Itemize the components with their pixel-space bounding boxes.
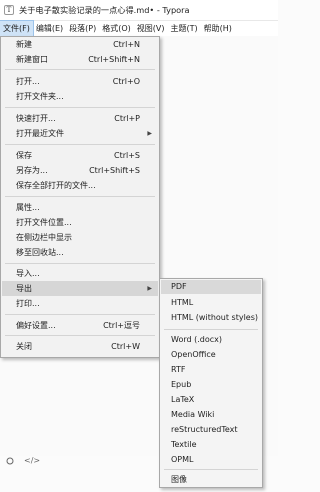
menu-item-export[interactable]: 导出 ▶ bbox=[2, 281, 158, 296]
menu-separator bbox=[5, 69, 155, 70]
title-bar: T 关于电子散实验记录的一点心得.md• - Typora bbox=[0, 0, 278, 21]
menu-item-save-all[interactable]: 保存全部打开的文件... bbox=[2, 178, 158, 193]
export-media-wiki[interactable]: Media Wiki bbox=[161, 408, 261, 422]
export-epub[interactable]: Epub bbox=[161, 378, 261, 392]
menu-view[interactable]: 视图(V) bbox=[134, 21, 168, 36]
export-image[interactable]: 图像 bbox=[161, 473, 261, 487]
menu-item-preferences[interactable]: 偏好设置... Ctrl+逗号 bbox=[2, 318, 158, 333]
menu-item-new-window[interactable]: 新建窗口 Ctrl+Shift+N bbox=[2, 52, 158, 67]
export-pdf[interactable]: PDF bbox=[161, 280, 261, 294]
menu-item-reveal-in-sidebar[interactable]: 在侧边栏中显示 bbox=[2, 230, 158, 245]
menu-item-import[interactable]: 导入... bbox=[2, 266, 158, 281]
menu-separator bbox=[5, 314, 155, 315]
menu-format[interactable]: 格式(O) bbox=[99, 21, 134, 36]
menu-separator bbox=[164, 469, 258, 470]
menu-item-save[interactable]: 保存 Ctrl+S bbox=[2, 148, 158, 163]
window-title: 关于电子散实验记录的一点心得.md• - Typora bbox=[19, 5, 190, 15]
export-latex[interactable]: LaTeX bbox=[161, 393, 261, 407]
submenu-arrow-icon: ▶ bbox=[147, 130, 152, 137]
menu-item-save-as[interactable]: 另存为... Ctrl+Shift+S bbox=[2, 163, 158, 178]
typora-app-icon: T bbox=[4, 5, 14, 15]
menu-paragraph[interactable]: 段落(P) bbox=[66, 21, 99, 36]
menu-separator bbox=[5, 144, 155, 145]
export-submenu: PDF HTML HTML (without styles) Word (.do… bbox=[159, 278, 263, 488]
menu-item-properties[interactable]: 属性... bbox=[2, 200, 158, 215]
export-html-without-styles[interactable]: HTML (without styles) bbox=[161, 311, 261, 325]
menu-item-new[interactable]: 新建 Ctrl+N bbox=[2, 37, 158, 52]
menu-file[interactable]: 文件(F) bbox=[0, 20, 34, 37]
menu-separator bbox=[5, 263, 155, 264]
export-word[interactable]: Word (.docx) bbox=[161, 333, 261, 347]
menu-separator bbox=[5, 107, 155, 108]
menu-item-move-to-trash[interactable]: 移至回收站... bbox=[2, 245, 158, 260]
menu-separator bbox=[5, 196, 155, 197]
menu-item-open[interactable]: 打开... Ctrl+O bbox=[2, 74, 158, 89]
export-textile[interactable]: Textile bbox=[161, 438, 261, 452]
export-html[interactable]: HTML bbox=[161, 296, 261, 310]
file-menu: 新建 Ctrl+N 新建窗口 Ctrl+Shift+N 打开... Ctrl+O… bbox=[0, 36, 160, 358]
menu-item-close[interactable]: 关闭 Ctrl+W bbox=[2, 339, 158, 354]
menu-separator bbox=[5, 335, 155, 336]
menu-item-open-file-location[interactable]: 打开文件位置... bbox=[2, 215, 158, 230]
export-rtf[interactable]: RTF bbox=[161, 363, 261, 377]
submenu-arrow-icon: ▶ bbox=[147, 285, 152, 292]
code-brackets-icon[interactable]: </> bbox=[24, 456, 40, 465]
export-opml[interactable]: OPML bbox=[161, 453, 261, 467]
export-openoffice[interactable]: OpenOffice bbox=[161, 348, 261, 362]
menu-item-print[interactable]: 打印... bbox=[2, 296, 158, 311]
export-restructuredtext[interactable]: reStructuredText bbox=[161, 423, 261, 437]
menu-bar: 文件(F) 编辑(E) 段落(P) 格式(O) 视图(V) 主题(T) 帮助(H… bbox=[0, 20, 278, 37]
menu-theme[interactable]: 主题(T) bbox=[167, 21, 200, 36]
menu-help[interactable]: 帮助(H) bbox=[201, 21, 235, 36]
menu-item-open-folder[interactable]: 打开文件夹... bbox=[2, 89, 158, 104]
menu-separator bbox=[164, 329, 258, 330]
menu-item-open-recent[interactable]: 打开最近文件 ▶ bbox=[2, 126, 158, 141]
menu-edit[interactable]: 编辑(E) bbox=[33, 21, 66, 36]
circle-outline-icon[interactable] bbox=[6, 457, 14, 467]
menu-item-quick-open[interactable]: 快速打开... Ctrl+P bbox=[2, 111, 158, 126]
